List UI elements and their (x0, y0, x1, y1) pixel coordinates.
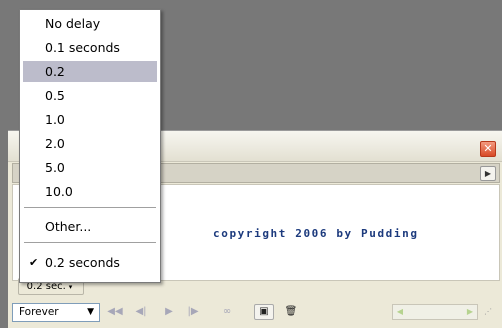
menu-item-2-0[interactable]: 2.0 (23, 133, 157, 154)
new-frame-icon[interactable]: ▣ (254, 304, 274, 320)
frame-delay-menu: No delay 0.1 seconds 0.2 0.5 1.0 2.0 5.0… (19, 9, 161, 283)
panel-menu-icon[interactable]: ▶ (480, 166, 496, 181)
chevron-down-icon: ▼ (87, 307, 94, 317)
copyright-text: copyright 2006 by Pudding (213, 227, 419, 240)
loop-select-value: Forever (19, 306, 59, 318)
menu-separator (24, 242, 156, 244)
loop-select[interactable]: Forever ▼ (12, 303, 100, 322)
menu-item-1-0[interactable]: 1.0 (23, 109, 157, 130)
menu-item-no-delay[interactable]: No delay (23, 13, 157, 34)
menu-item-10-0[interactable]: 10.0 (23, 181, 157, 202)
menu-separator (24, 207, 156, 209)
play-icon[interactable]: ▶ (160, 305, 178, 319)
menu-item-5-0[interactable]: 5.0 (23, 157, 157, 178)
step-forward-icon[interactable]: |▶ (184, 305, 202, 319)
close-icon[interactable]: ✕ (480, 141, 496, 157)
frames-scrollbar[interactable]: ◀ ▶ (392, 304, 478, 320)
scroll-left-icon[interactable]: ◀ (393, 305, 407, 319)
menu-item-other[interactable]: Other... (23, 216, 157, 237)
dropdown-arrow-icon: ▾ (68, 283, 73, 291)
menu-item-current-delay[interactable]: ✔ 0.2 seconds (23, 252, 157, 273)
resize-grip-icon[interactable]: ⋰ (484, 307, 496, 319)
menu-item-0-1-seconds[interactable]: 0.1 seconds (23, 37, 157, 58)
menu-item-0-5[interactable]: 0.5 (23, 85, 157, 106)
scroll-right-icon[interactable]: ▶ (463, 305, 477, 319)
menu-item-0-2[interactable]: 0.2 (23, 61, 157, 82)
checkmark-icon: ✔ (29, 256, 39, 269)
tween-icon[interactable]: ∞ (218, 305, 236, 319)
delete-frame-icon[interactable]: 🗑 (282, 305, 300, 319)
animation-toolbar: Forever ▼ ◀◀ ◀| ▶ |▶ ∞ ▣ 🗑 ◀ ▶ ⋰ (12, 301, 498, 323)
rewind-icon[interactable]: ◀◀ (106, 305, 124, 319)
step-back-icon[interactable]: ◀| (132, 305, 150, 319)
